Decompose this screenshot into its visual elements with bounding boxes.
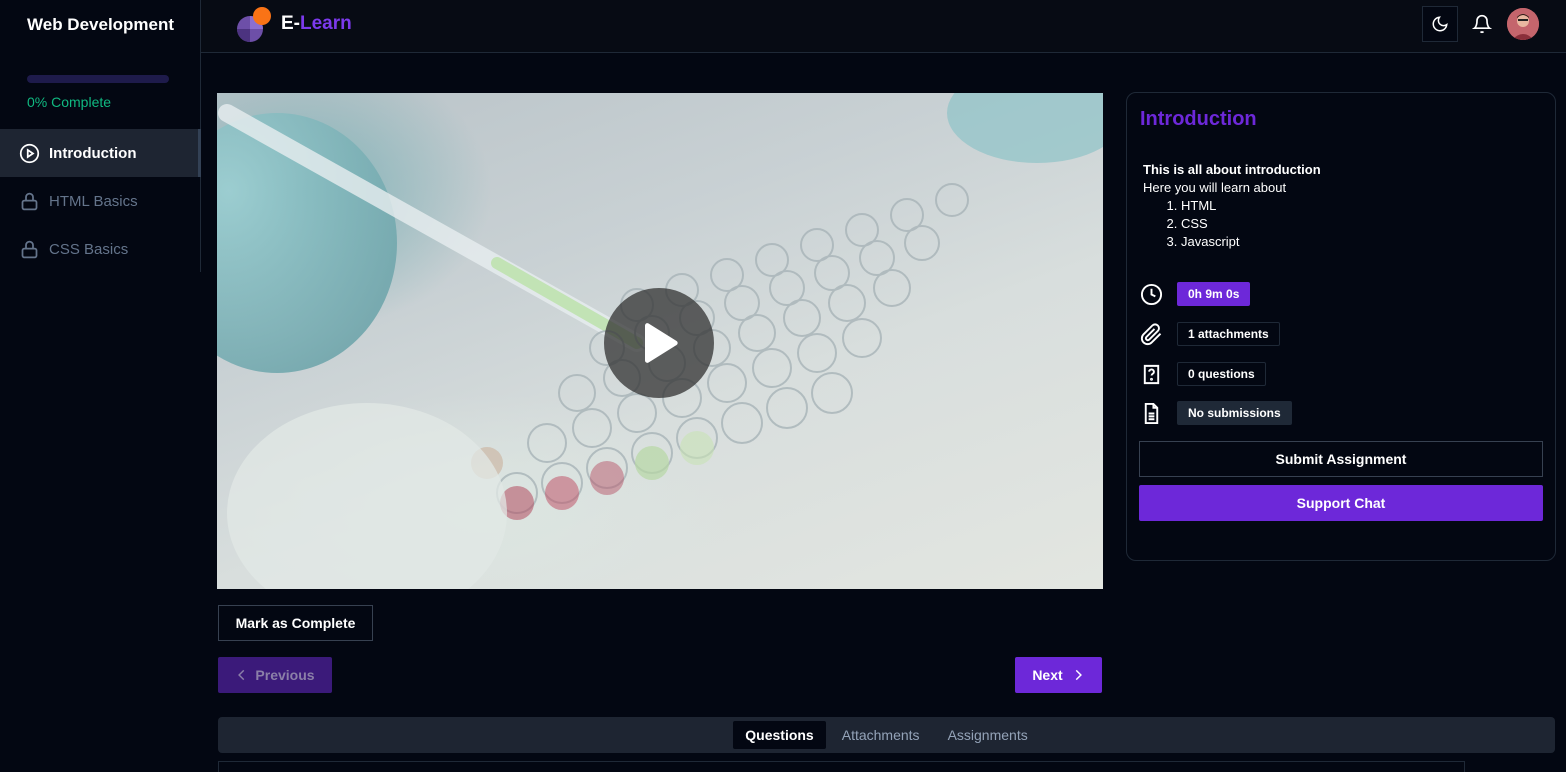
- lock-icon: [21, 240, 38, 258]
- tab-content-panel: [218, 761, 1465, 772]
- next-button[interactable]: Next: [1015, 657, 1102, 693]
- previous-button[interactable]: Previous: [218, 657, 332, 693]
- clock-icon: [1140, 283, 1163, 305]
- document-icon: [1144, 402, 1159, 424]
- course-title: Web Development: [27, 15, 175, 34]
- chapter-description: This is all about introduction Here you …: [1143, 161, 1321, 251]
- list-item: HTML: [1181, 197, 1321, 215]
- submissions-row: No submissions: [1140, 401, 1292, 425]
- tab-questions[interactable]: Questions: [733, 721, 826, 749]
- previous-label: Previous: [255, 667, 315, 683]
- paperclip-icon: [1140, 322, 1162, 345]
- sidebar-item-label: HTML Basics: [49, 192, 138, 210]
- support-chat-button[interactable]: Support Chat: [1139, 485, 1543, 521]
- tab-attachments[interactable]: Attachments: [830, 721, 932, 749]
- attachments-badge: 1 attachments: [1177, 322, 1280, 346]
- questions-row: 0 questions: [1140, 362, 1266, 386]
- notifications-button[interactable]: [1464, 6, 1500, 42]
- play-button[interactable]: [604, 288, 714, 398]
- lock-icon: [21, 192, 38, 210]
- course-progress-bar: [27, 75, 169, 83]
- submit-assignment-button[interactable]: Submit Assignment: [1139, 441, 1543, 477]
- tab-assignments[interactable]: Assignments: [936, 721, 1040, 749]
- content-tabs: Questions Attachments Assignments: [218, 717, 1555, 753]
- theme-toggle-button[interactable]: [1422, 6, 1458, 42]
- course-progress-text: 0% Complete: [27, 94, 112, 110]
- sidebar-item-css-basics[interactable]: CSS Basics: [0, 225, 201, 273]
- next-label: Next: [1032, 667, 1063, 683]
- list-item: Javascript: [1181, 233, 1321, 251]
- course-sidebar: Web Development 0% Complete Introduction…: [0, 0, 201, 272]
- bell-icon: [1472, 14, 1492, 34]
- chevron-left-icon: [238, 669, 245, 681]
- duration-row: 0h 9m 0s: [1140, 282, 1251, 306]
- question-file-icon: [1143, 364, 1160, 384]
- brand-name: E-Learn: [281, 13, 352, 34]
- moon-icon: [1432, 16, 1448, 32]
- chapter-title: Introduction: [1140, 108, 1257, 130]
- submissions-badge: No submissions: [1177, 401, 1292, 425]
- top-bar: E-Learn: [201, 0, 1566, 53]
- questions-badge: 0 questions: [1177, 362, 1266, 386]
- topic-list: HTML CSS Javascript: [1181, 197, 1321, 251]
- video-player[interactable]: [217, 93, 1103, 589]
- brand-logo[interactable]: [235, 5, 275, 50]
- sidebar-item-label: Introduction: [49, 144, 137, 162]
- play-circle-icon: [19, 143, 40, 163]
- sidebar-item-introduction[interactable]: Introduction: [0, 129, 201, 177]
- chevron-right-icon: [1075, 669, 1082, 681]
- play-icon: [645, 323, 678, 363]
- chapter-info-panel: Introduction This is all about introduct…: [1126, 92, 1556, 561]
- attachments-row: 1 attachments: [1140, 322, 1280, 346]
- user-avatar[interactable]: [1507, 8, 1539, 40]
- sidebar-item-label: CSS Basics: [49, 240, 129, 258]
- list-item: CSS: [1181, 215, 1321, 233]
- duration-badge: 0h 9m 0s: [1177, 282, 1251, 306]
- sidebar-item-html-basics[interactable]: HTML Basics: [0, 177, 201, 225]
- mark-complete-button[interactable]: Mark as Complete: [218, 605, 373, 641]
